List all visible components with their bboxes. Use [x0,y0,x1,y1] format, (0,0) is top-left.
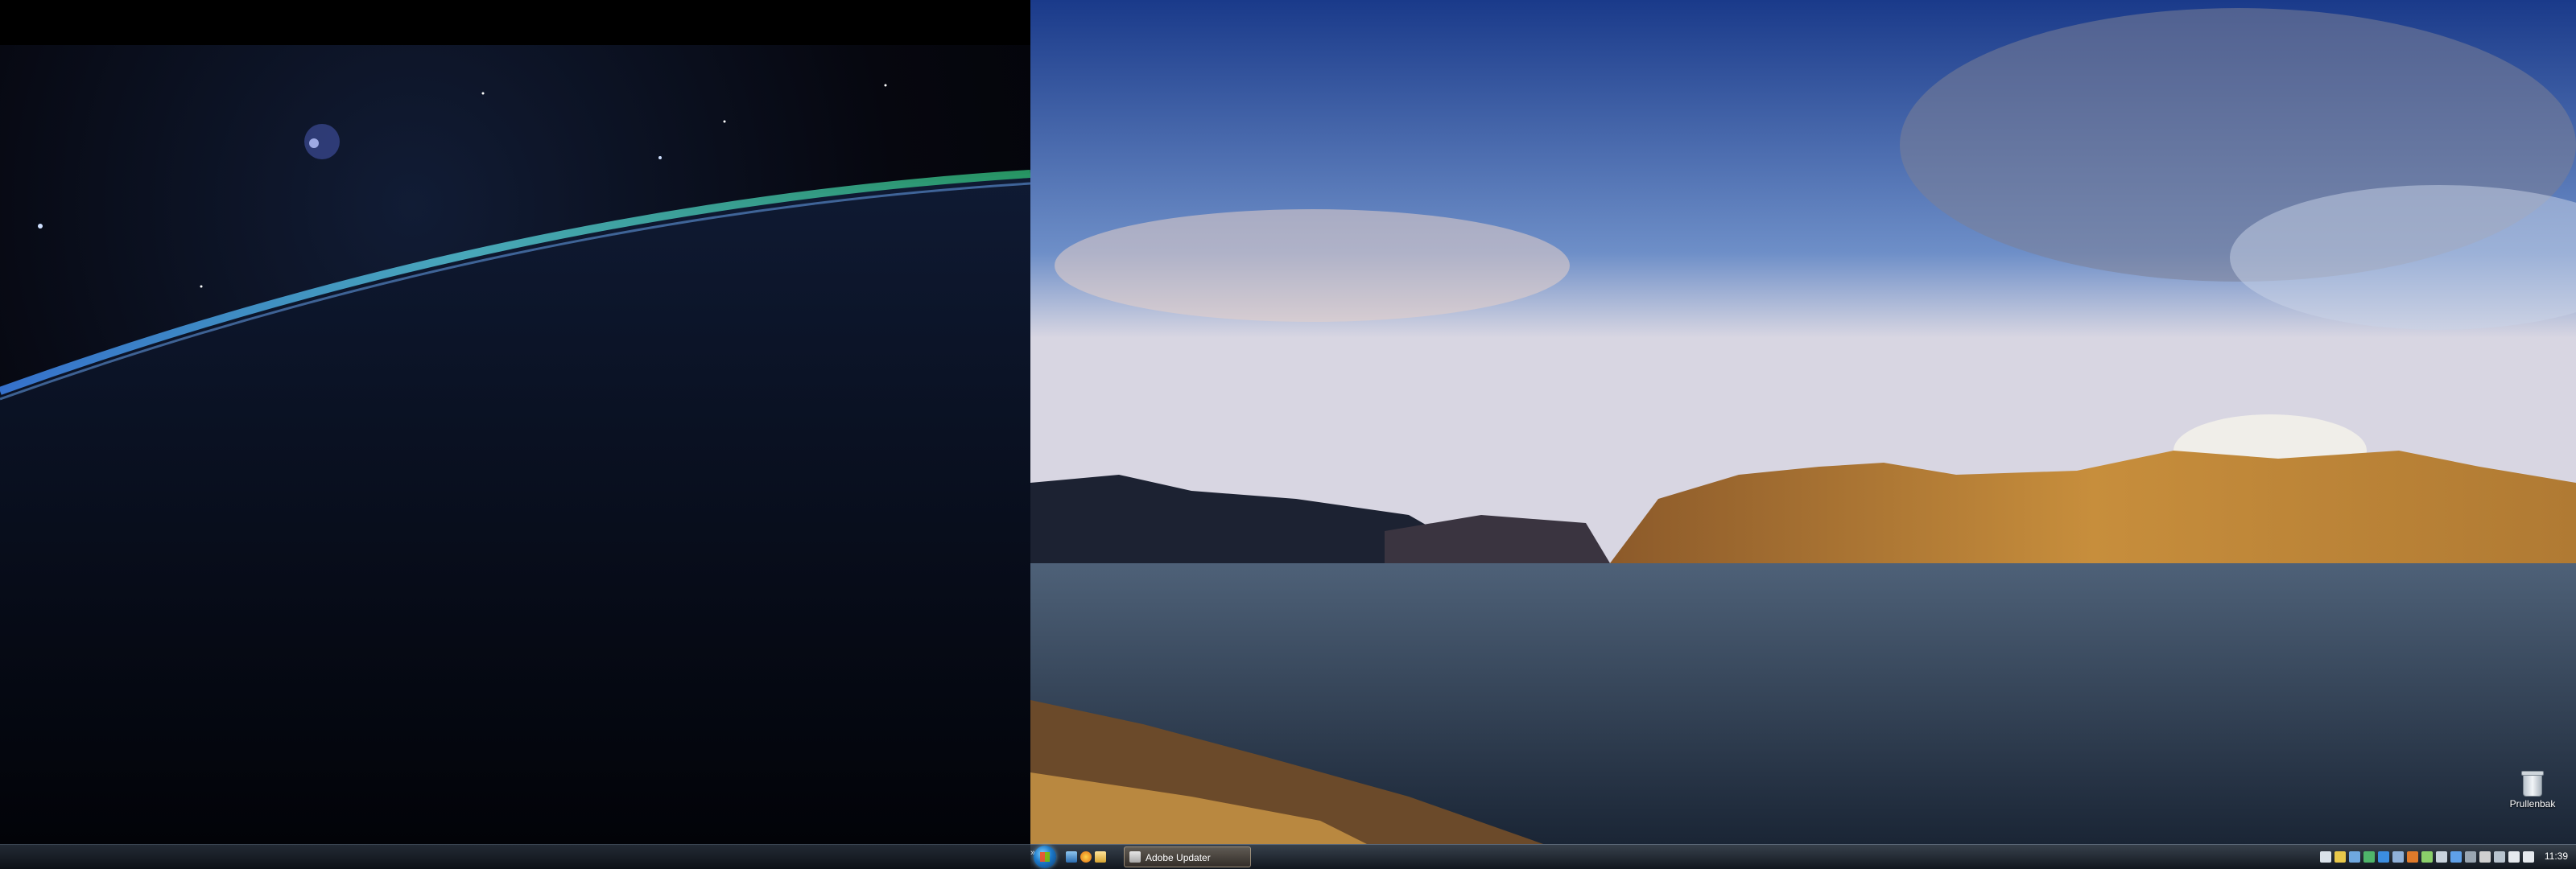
security-icon[interactable] [2450,851,2462,863]
monitor-right: Prullenbak » Adobe Updater 11:39 [1030,0,2576,869]
adobe-updater-icon [1129,851,1141,863]
note-icon[interactable] [2334,851,2346,863]
sync-icon[interactable] [2479,851,2491,863]
info-icon[interactable] [2392,851,2404,863]
taskbar-button-label: Adobe Updater [1146,852,1211,863]
monitor-left [0,0,1030,869]
recycle-bin-desktop-icon[interactable]: Prullenbak [2496,771,2570,819]
app-icon[interactable] [2349,851,2360,863]
chat-icon[interactable] [2363,851,2375,863]
browser-quicklaunch-icon[interactable] [1080,851,1092,863]
secondary-taskbar [0,844,1030,869]
show-desktop-icon[interactable] [1066,851,1077,863]
tools-icon[interactable] [2465,851,2476,863]
space-wallpaper [0,45,1030,845]
left-top-band [0,0,1030,45]
flag-icon[interactable] [2523,851,2534,863]
recycle-bin-icon [2521,771,2544,797]
network-monitor-icon[interactable] [2421,851,2433,863]
lake-wallpaper [1030,0,2576,845]
volume-icon[interactable] [2508,851,2520,863]
start-button[interactable] [1034,846,1056,868]
taskbar-button-adobe-updater[interactable]: Adobe Updater [1124,846,1251,867]
recycle-bin-label: Prullenbak [2509,798,2556,809]
firefox-icon[interactable] [2407,851,2418,863]
clock[interactable]: 11:39 [2545,850,2568,862]
system-tray [2320,850,2534,863]
signal-icon[interactable] [2494,851,2505,863]
taskbar: » Adobe Updater 11:39 [1030,844,2576,869]
keyboard-icon[interactable] [2320,851,2331,863]
windows-logo-icon [1040,852,1050,862]
dropbox-icon[interactable] [2378,851,2389,863]
user-icon[interactable] [2436,851,2447,863]
folder-quicklaunch-icon[interactable] [1095,851,1106,863]
